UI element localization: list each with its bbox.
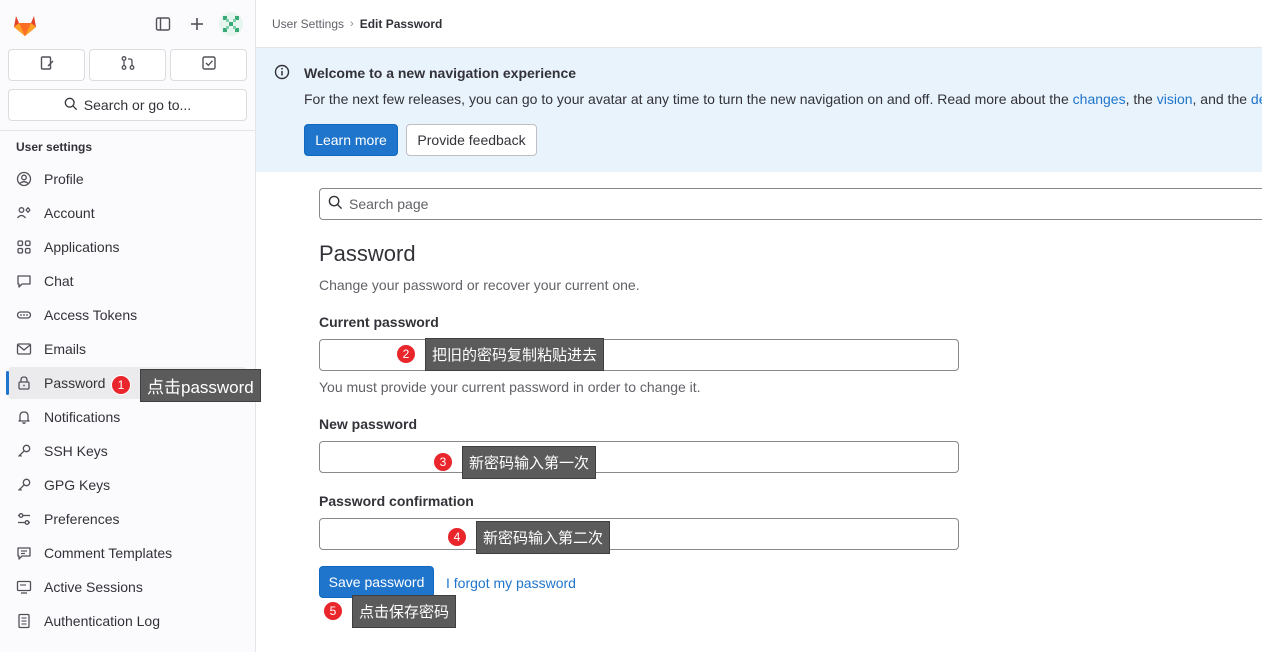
gitlab-logo-icon[interactable] bbox=[11, 11, 39, 39]
alert-body-sep1: , the bbox=[1125, 91, 1157, 107]
annotation-badge-3: 3 bbox=[433, 452, 453, 472]
sidebar-item-label: GPG Keys bbox=[44, 477, 111, 493]
sidebar-item-preferences[interactable]: Preferences bbox=[8, 503, 247, 535]
alert-title: Welcome to a new navigation experience bbox=[304, 65, 577, 81]
alert-body-text: For the next few releases, you can go to… bbox=[304, 91, 1073, 107]
breadcrumb-current: Edit Password bbox=[359, 17, 443, 31]
sidebar-item-label: Preferences bbox=[44, 511, 120, 527]
token-icon bbox=[16, 307, 32, 323]
merge-request-icon bbox=[120, 55, 136, 76]
annotation-badge-4: 4 bbox=[447, 527, 467, 547]
monitor-icon bbox=[16, 579, 32, 595]
current-password-help: You must provide your current password i… bbox=[319, 379, 701, 395]
sidebar-section-title: User settings bbox=[16, 140, 93, 154]
sidebar-item-account[interactable]: Account bbox=[8, 197, 247, 229]
sidebar-item-label: Account bbox=[44, 205, 95, 221]
mail-icon bbox=[16, 341, 32, 357]
lock-icon bbox=[16, 375, 32, 391]
sidebar-divider bbox=[0, 130, 255, 131]
sidebar-item-label: SSH Keys bbox=[44, 443, 108, 459]
sidebar-item-active-sessions[interactable]: Active Sessions bbox=[8, 571, 247, 603]
save-password-button[interactable]: Save password bbox=[319, 566, 434, 598]
sidebar: Search or go to... User settings Profile… bbox=[0, 0, 256, 652]
account-icon bbox=[16, 205, 32, 221]
sidebar-item-chat[interactable]: Chat bbox=[8, 265, 247, 297]
annotation-tooltip-1: 点击password bbox=[140, 369, 261, 402]
forgot-password-link[interactable]: I forgot my password bbox=[446, 575, 576, 591]
search-icon bbox=[64, 97, 78, 114]
new-password-label: New password bbox=[319, 416, 418, 432]
annotation-badge-2: 2 bbox=[396, 344, 416, 364]
applications-icon bbox=[16, 239, 32, 255]
search-page-placeholder: Search page bbox=[349, 196, 429, 212]
vision-link[interactable]: vision bbox=[1157, 91, 1193, 107]
preferences-icon bbox=[16, 511, 32, 527]
annotation-tooltip-5: 点击保存密码 bbox=[352, 595, 457, 628]
sidebar-item-label: Applications bbox=[44, 239, 120, 255]
sidebar-item-emails[interactable]: Emails bbox=[8, 333, 247, 365]
search-page-input[interactable]: Search page bbox=[319, 188, 1262, 220]
sidebar-item-label: Notifications bbox=[44, 409, 121, 425]
provide-feedback-button[interactable]: Provide feedback bbox=[406, 124, 537, 156]
search-icon bbox=[328, 195, 343, 213]
sidebar-item-label: Profile bbox=[44, 171, 84, 187]
todos-button[interactable] bbox=[170, 49, 247, 81]
sidebar-item-label: Chat bbox=[44, 273, 74, 289]
learn-more-button[interactable]: Learn more bbox=[304, 124, 398, 156]
profile-icon bbox=[16, 171, 32, 187]
alert-body-sep2: , and the bbox=[1192, 91, 1251, 107]
log-icon bbox=[16, 613, 32, 629]
key-icon bbox=[16, 477, 32, 493]
plus-icon[interactable] bbox=[185, 12, 209, 36]
sidebar-item-label: Emails bbox=[44, 341, 87, 357]
sidebar-item-applications[interactable]: Applications bbox=[8, 231, 247, 263]
new-password-input[interactable] bbox=[319, 441, 959, 473]
breadcrumb: User Settings › Edit Password bbox=[272, 17, 442, 31]
todo-icon bbox=[201, 55, 217, 76]
sidebar-header bbox=[0, 0, 256, 48]
password-confirmation-input[interactable] bbox=[319, 518, 959, 550]
password-confirmation-label: Password confirmation bbox=[319, 493, 474, 509]
sidebar-item-label: Access Tokens bbox=[44, 307, 138, 323]
annotation-badge-5: 5 bbox=[323, 601, 343, 621]
sidebar-item-profile[interactable]: Profile bbox=[8, 163, 247, 195]
current-password-label: Current password bbox=[319, 314, 439, 330]
sidebar-item-label: Password bbox=[44, 375, 106, 391]
page-title: Password bbox=[319, 241, 416, 266]
avatar[interactable] bbox=[219, 12, 243, 36]
changes-link[interactable]: changes bbox=[1073, 91, 1126, 107]
design-link[interactable]: de bbox=[1251, 91, 1262, 107]
search-or-go-label: Search or go to... bbox=[83, 97, 192, 113]
sidebar-item-comment-templates[interactable]: Comment Templates bbox=[8, 537, 247, 569]
key-icon bbox=[16, 443, 32, 459]
issues-button[interactable] bbox=[8, 49, 85, 81]
sidebar-item-access-tokens[interactable]: Access Tokens bbox=[8, 299, 247, 331]
bell-icon bbox=[16, 409, 32, 425]
new-navigation-alert: Welcome to a new navigation experience F… bbox=[256, 48, 1262, 172]
merge-requests-button[interactable] bbox=[89, 49, 166, 81]
sidebar-item-gpg-keys[interactable]: GPG Keys bbox=[8, 469, 247, 501]
issues-icon bbox=[39, 55, 55, 76]
alert-body: For the next few releases, you can go to… bbox=[304, 91, 1262, 107]
chevron-right-icon: › bbox=[350, 18, 354, 30]
annotation-tooltip-3: 新密码输入第一次 bbox=[462, 446, 597, 479]
sidebar-item-label: Comment Templates bbox=[44, 545, 173, 561]
sidebar-item-ssh-keys[interactable]: SSH Keys bbox=[8, 435, 247, 467]
search-or-go-button[interactable]: Search or go to... bbox=[8, 89, 247, 121]
chat-icon bbox=[16, 273, 32, 289]
breadcrumb-parent-link[interactable]: User Settings bbox=[272, 17, 344, 31]
annotation-tooltip-2: 把旧的密码复制粘贴进去 bbox=[425, 338, 605, 371]
sidebar-item-label: Active Sessions bbox=[44, 579, 143, 595]
page-description: Change your password or recover your cur… bbox=[319, 277, 640, 293]
comment-icon bbox=[16, 545, 32, 561]
sidebar-item-label: Authentication Log bbox=[44, 613, 160, 629]
sidebar-item-authentication-log[interactable]: Authentication Log bbox=[8, 605, 247, 637]
sidebar-item-notifications[interactable]: Notifications bbox=[8, 401, 247, 433]
annotation-badge-1: 1 bbox=[111, 375, 131, 395]
sidebar-toggle-icon[interactable] bbox=[151, 12, 175, 36]
info-icon bbox=[274, 64, 290, 80]
annotation-tooltip-4: 新密码输入第二次 bbox=[476, 521, 611, 554]
